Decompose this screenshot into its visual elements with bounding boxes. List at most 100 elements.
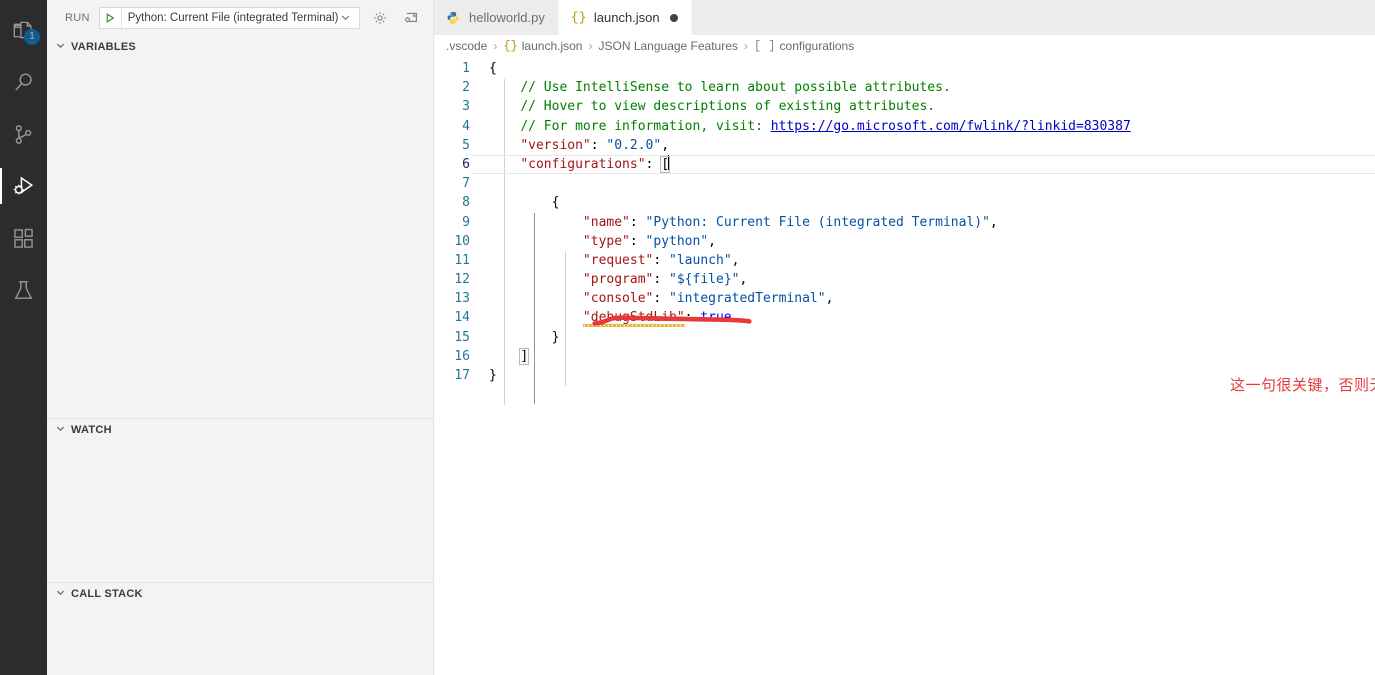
code-token: "version" — [520, 137, 591, 153]
beaker-icon — [11, 278, 36, 303]
breadcrumb-separator-icon: › — [493, 39, 498, 53]
text-cursor — [668, 154, 670, 170]
breadcrumb-item-configurations[interactable]: [ ] configurations — [754, 39, 854, 53]
line-content: { — [479, 193, 560, 212]
activitybar-item-explorer[interactable]: 1 — [0, 4, 47, 56]
activitybar-item-search[interactable] — [0, 56, 47, 108]
code-line: 15 } — [434, 328, 1375, 347]
code-token: , — [739, 272, 748, 288]
line-number: 6 — [462, 156, 470, 172]
code-line: 16 ] — [434, 347, 1375, 366]
line-number: 7 — [462, 176, 470, 192]
line-content: } — [479, 328, 560, 347]
editor-group: helloworld.py {} launch.json .vscode › {… — [434, 0, 1375, 675]
debug-configuration-select[interactable]: Python: Current File (integrated Termina… — [98, 6, 361, 29]
line-number: 11 — [454, 252, 470, 268]
line-number: 14 — [454, 310, 470, 326]
search-icon — [11, 70, 36, 95]
code-token: : — [645, 156, 662, 172]
tab-dirty-indicator[interactable] — [669, 13, 678, 22]
line-content: "request": "launch", — [479, 251, 740, 270]
code-token: // Hover to view descriptions of existin… — [520, 99, 936, 115]
code-token: "python" — [645, 233, 709, 249]
run-toolbar: RUN Python: Current File (integrated Ter… — [47, 0, 433, 35]
code-token: , — [661, 137, 670, 153]
line-content: // For more information, visit: https://… — [479, 117, 1131, 136]
code-token: { — [551, 195, 560, 211]
line-number: 5 — [462, 137, 470, 153]
line-number: 16 — [454, 348, 470, 364]
line-number: 9 — [462, 214, 470, 230]
bracket-match-highlight: ] — [519, 347, 530, 365]
code-editor[interactable]: 1 { 2 // Use IntelliSense to learn about… — [434, 57, 1375, 675]
code-token: "Python: Current File (integrated Termin… — [645, 214, 990, 230]
code-token: // For more information, visit: — [520, 118, 771, 134]
sidebar-section-label: CALL STACK — [71, 588, 143, 600]
code-line: 11 "request": "launch", — [434, 251, 1375, 270]
sidebar-section-call-stack[interactable]: CALL STACK — [47, 582, 433, 605]
breadcrumb-item-json-language-features[interactable]: JSON Language Features — [598, 39, 737, 53]
line-number: 15 — [454, 329, 470, 345]
tab-launch-json[interactable]: {} launch.json — [558, 0, 692, 35]
sidebar-section-label: WATCH — [71, 424, 112, 436]
json-braces-icon: {} — [503, 39, 518, 53]
code-lines: 1 { 2 // Use IntelliSense to learn about… — [434, 57, 1375, 385]
activitybar-item-run-and-debug[interactable] — [0, 160, 47, 212]
code-line: 8 { — [434, 193, 1375, 212]
breadcrumb-label: configurations — [779, 39, 855, 53]
code-token: : — [653, 252, 670, 268]
code-token: "launch" — [669, 252, 732, 268]
python-file-icon — [446, 11, 462, 25]
code-token: } — [551, 329, 560, 345]
code-token: "console" — [582, 291, 654, 307]
sidebar-section-variables[interactable]: VARIABLES — [47, 35, 433, 58]
sidebar-section-watch[interactable]: WATCH — [47, 418, 433, 441]
play-icon[interactable] — [100, 7, 122, 28]
code-line: 7 — [434, 174, 1375, 193]
activitybar-item-testing[interactable] — [0, 264, 47, 316]
code-token: { — [489, 61, 497, 76]
annotation-text: 这一句很关键，否则无法停在断点上 — [1230, 376, 1375, 394]
json-file-icon: {} — [570, 10, 587, 25]
code-token: } — [489, 368, 497, 383]
vscode-window: 1 RUN Python: Current File (integrated T… — [0, 0, 1375, 675]
code-line: 9 "name": "Python: Current File (integra… — [434, 213, 1375, 232]
code-line: 12 "program": "${file}", — [434, 270, 1375, 289]
debug-configuration-value: Python: Current File (integrated Termina… — [127, 11, 339, 24]
breadcrumb-item-vscode[interactable]: .vscode — [446, 39, 487, 53]
gear-icon[interactable] — [369, 7, 391, 29]
code-token: , — [708, 233, 716, 249]
chevron-down-icon[interactable] — [338, 12, 355, 23]
line-content: // Hover to view descriptions of existin… — [479, 97, 935, 116]
code-line-current: 6 "configurations": [ — [434, 154, 1375, 175]
breadcrumb: .vscode › {} launch.json › JSON Language… — [434, 35, 1375, 57]
source-control-icon — [11, 122, 36, 147]
code-link[interactable]: https://go.microsoft.com/fwlink/?linkid=… — [771, 119, 1131, 134]
activitybar-item-extensions[interactable] — [0, 212, 47, 264]
code-token: "request" — [582, 252, 654, 268]
variables-panel-body — [47, 58, 433, 418]
code-token: , — [731, 252, 740, 268]
tab-label: helloworld.py — [469, 10, 545, 25]
line-number: 4 — [462, 118, 470, 134]
array-brackets-icon: [ ] — [753, 39, 776, 53]
code-token: "program" — [582, 272, 654, 288]
line-content: "version": "0.2.0", — [479, 136, 669, 155]
activitybar-item-source-control[interactable] — [0, 108, 47, 160]
breadcrumb-separator-icon: › — [588, 39, 593, 53]
code-token: : — [684, 310, 701, 326]
open-debug-console-icon[interactable] — [400, 7, 422, 29]
tab-helloworld-py[interactable]: helloworld.py — [434, 0, 559, 35]
code-line: 2 // Use IntelliSense to learn about pos… — [434, 78, 1375, 97]
code-line: 1 { — [434, 59, 1375, 78]
code-line: 3 // Hover to view descriptions of exist… — [434, 97, 1375, 116]
breadcrumb-label: .vscode — [446, 39, 488, 53]
line-number: 13 — [454, 291, 470, 307]
call-stack-panel-body — [47, 605, 433, 675]
code-token: "configurations" — [520, 156, 646, 172]
breadcrumb-item-launch-json[interactable]: {} launch.json — [503, 39, 582, 53]
line-number: 8 — [462, 195, 470, 211]
code-token: : — [653, 291, 670, 307]
sidebar-section-label: VARIABLES — [71, 40, 136, 53]
line-number: 3 — [462, 99, 470, 115]
